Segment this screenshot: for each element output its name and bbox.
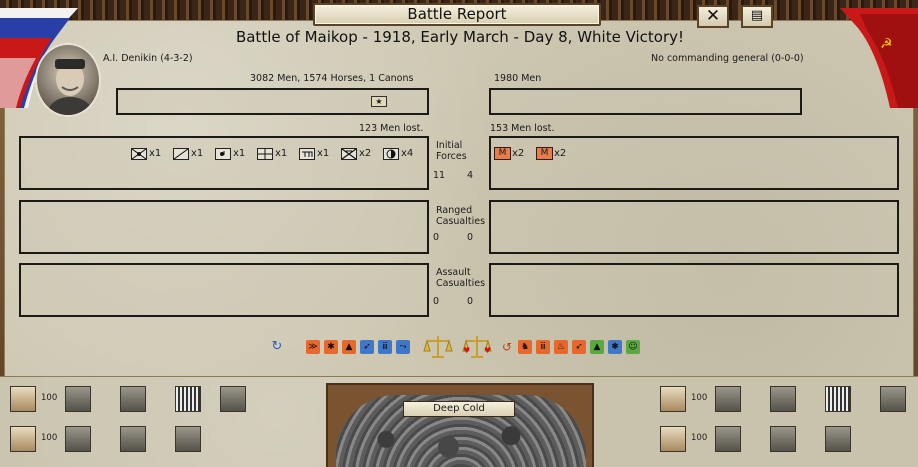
attacker-leaders-box: ★ (116, 88, 429, 115)
attacker-ranged-count: 0 (433, 232, 440, 243)
cavalry-x-icon[interactable] (341, 148, 357, 160)
soldier-icon[interactable] (65, 386, 91, 412)
defender-assault-casualties-box (489, 263, 899, 317)
attacker-assault-count: 0 (433, 296, 440, 307)
defender-initial-forces-box (489, 136, 899, 190)
attacker-general-name: A.I. Denikin (4-3-2) (103, 53, 193, 64)
tactic-assault-icon[interactable]: ✱ (324, 340, 338, 354)
defender-assault-count: 0 (467, 296, 474, 307)
attacker-losses: 123 Men lost. (359, 123, 424, 134)
attacker-ammo-value: 100 (41, 433, 58, 443)
ammo-icon[interactable] (660, 426, 686, 452)
move-arrow-icon[interactable] (715, 426, 741, 452)
ranged-casualties-label: Ranged Casualties (436, 205, 486, 227)
general-portrait[interactable] (35, 43, 101, 117)
tactic-charge-icon[interactable]: ≫ (306, 340, 320, 354)
tactic-volley-icon[interactable]: ⅲ (378, 340, 392, 354)
hq-count: x1 (233, 148, 246, 159)
initial-forces-label: Initial Forces (436, 140, 467, 162)
artillery-unit-icon[interactable] (220, 386, 246, 412)
supply-crate-icon[interactable] (10, 386, 36, 412)
attacker-supply-value: 100 (41, 393, 58, 403)
move-arrow-icon[interactable] (65, 426, 91, 452)
refresh-icon[interactable]: ↻ (270, 340, 284, 354)
militia-count: x2 (512, 148, 525, 159)
ammo-icon[interactable] (10, 426, 36, 452)
supply-icon[interactable] (299, 148, 315, 160)
rifleman-icon[interactable] (175, 426, 201, 452)
forward-arrow-icon[interactable] (120, 426, 146, 452)
attacker-ranged-casualties-box (19, 200, 429, 254)
attacker-initial-count: 11 (433, 170, 446, 181)
tactic-entrench-icon[interactable]: ▲ (342, 340, 356, 354)
svg-text:☭: ☭ (880, 36, 893, 52)
tactic-volley-enemy-icon[interactable]: ⅲ (536, 340, 550, 354)
defender-leaders-box (489, 88, 802, 115)
fortification-icon[interactable] (825, 386, 851, 412)
retreat-icon[interactable]: ↺ (500, 340, 514, 354)
tactic-smile-icon[interactable]: ☺ (626, 340, 640, 354)
militia-icon[interactable]: M (536, 147, 553, 160)
window-title: Battle Report (313, 3, 601, 26)
defender-general-name: No commanding general (0-0-0) (651, 53, 804, 64)
infantry-icon[interactable] (173, 148, 189, 160)
cavalry-icon[interactable] (131, 148, 147, 160)
engineer-count: x1 (275, 148, 288, 159)
report-panel (4, 20, 914, 378)
morale-scales-icon[interactable]: ♥ ♥ (461, 333, 493, 361)
supply-crate-icon[interactable] (660, 386, 686, 412)
tactic-skirmish-icon[interactable]: ➶ (360, 340, 374, 354)
defender-losses: 153 Men lost. (490, 123, 555, 134)
militia-icon[interactable]: M (494, 147, 511, 160)
artillery-count: x4 (401, 148, 414, 159)
infantry-count: x1 (191, 148, 204, 159)
svg-text:♥: ♥ (484, 346, 491, 355)
tactic-skirmish-enemy-icon[interactable]: ➶ (572, 340, 586, 354)
defender-ranged-casualties-box (489, 200, 899, 254)
defender-strength: 1980 Men (494, 73, 542, 84)
soldier-icon[interactable] (715, 386, 741, 412)
red-soviet-flag-icon: ☭ (840, 8, 918, 108)
supply-count: x1 (317, 148, 330, 159)
battle-log-button[interactable]: ▤ (741, 5, 773, 28)
defender-ranged-count: 0 (467, 232, 474, 243)
defender-ammo-value: 100 (691, 433, 708, 443)
star-icon[interactable]: ★ (371, 96, 387, 107)
cavalry-count: x1 (149, 148, 162, 159)
hq-icon[interactable] (215, 148, 231, 160)
assault-casualties-label: Assault Casualties (436, 267, 486, 289)
attacker-assault-casualties-box (19, 263, 429, 317)
artillery-unit-icon[interactable] (880, 386, 906, 412)
close-button[interactable]: ✕ (697, 5, 729, 28)
rifleman-icon[interactable] (825, 426, 851, 452)
artillery-icon[interactable] (383, 148, 399, 160)
weather-panel (326, 383, 594, 467)
tactic-flank-icon[interactable]: ⤳ (396, 340, 410, 354)
defender-supply-value: 100 (691, 393, 708, 403)
tank-icon[interactable] (770, 386, 796, 412)
weather-label: Deep Cold (403, 401, 515, 417)
svg-text:♥: ♥ (463, 346, 470, 355)
forward-arrow-icon[interactable] (770, 426, 796, 452)
tank-icon[interactable] (120, 386, 146, 412)
defender-initial-count: 4 (467, 170, 474, 181)
tactic-star-icon[interactable]: ✱ (608, 340, 622, 354)
cavalry-x-count: x2 (359, 148, 372, 159)
attacker-initial-forces-box (19, 136, 429, 190)
engineer-icon[interactable] (257, 148, 273, 160)
tactic-terrain-icon[interactable]: ▲ (590, 340, 604, 354)
tactic-fire-icon[interactable]: ♨ (554, 340, 568, 354)
battle-title: Battle of Maikop - 1918, Early March - D… (235, 28, 685, 46)
attacker-strength: 3082 Men, 1574 Horses, 1 Canons (250, 73, 414, 84)
fortification-icon[interactable] (175, 386, 201, 412)
tactic-cavalry-icon[interactable]: ♞ (518, 340, 532, 354)
scales-icon[interactable] (423, 333, 453, 361)
militia-count: x2 (554, 148, 567, 159)
